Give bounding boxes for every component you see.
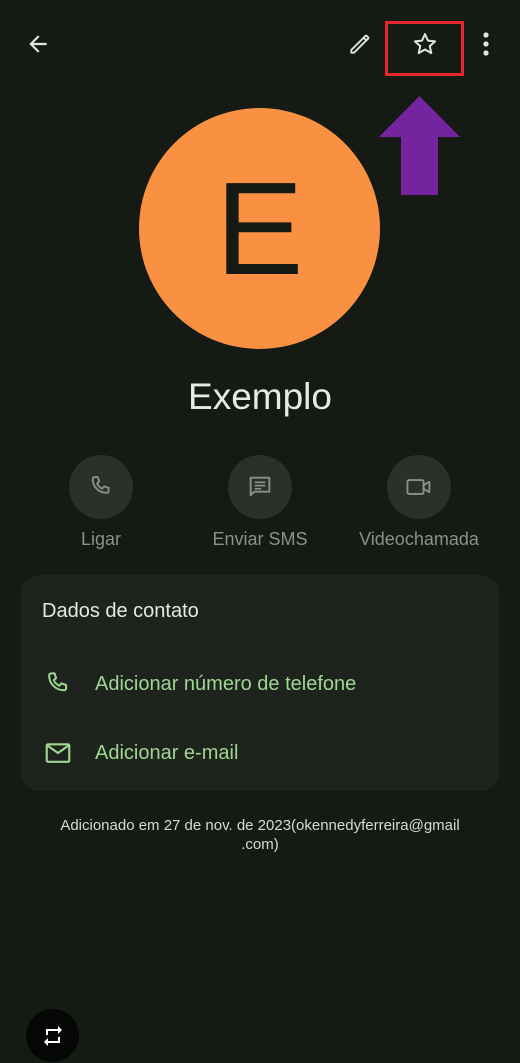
back-button[interactable] (18, 24, 58, 64)
add-email-row[interactable]: Adicionar e-mail (41, 735, 238, 771)
message-icon (249, 476, 271, 497)
videocam-icon (406, 479, 431, 495)
added-info-note: Adicionado em 27 de nov. de 2023(okenned… (30, 816, 490, 854)
phone-icon (41, 667, 75, 701)
more-options-button[interactable] (470, 24, 502, 64)
contact-name: Exemplo (188, 376, 332, 417)
avatar-letter: E (215, 154, 304, 302)
video-call-button[interactable] (387, 455, 451, 519)
add-phone-row[interactable]: Adicionar número de telefone (41, 666, 356, 702)
add-phone-label: Adicionar número de telefone (95, 672, 357, 695)
send-sms-button[interactable] (228, 455, 292, 519)
video-call-label: Videochamada (359, 529, 479, 549)
contact-avatar: E (139, 108, 380, 349)
contact-details-card: Dados de contato Adicionar número de tel… (21, 575, 499, 791)
arrow-back-icon (29, 35, 47, 53)
added-info-line-2: .com) (241, 836, 279, 853)
switch-account-button[interactable] (26, 1009, 79, 1062)
add-email-label: Adicionar e-mail (95, 741, 239, 764)
pencil-icon (350, 34, 370, 54)
phone-icon (91, 476, 110, 494)
call-button[interactable] (69, 455, 133, 519)
call-label: Ligar (80, 529, 122, 549)
mail-icon (41, 736, 75, 770)
contact-details-title: Dados de contato (42, 600, 199, 622)
added-info-line-1: Adicionado em 27 de nov. de 2023(okenned… (60, 817, 460, 834)
repeat-icon (43, 1025, 62, 1046)
favorite-highlight-box (385, 21, 464, 76)
edit-button[interactable] (340, 24, 380, 64)
send-sms-label: Enviar SMS (212, 529, 308, 549)
more-vert-icon (483, 32, 489, 56)
annotation-arrow-up-icon (379, 96, 460, 195)
